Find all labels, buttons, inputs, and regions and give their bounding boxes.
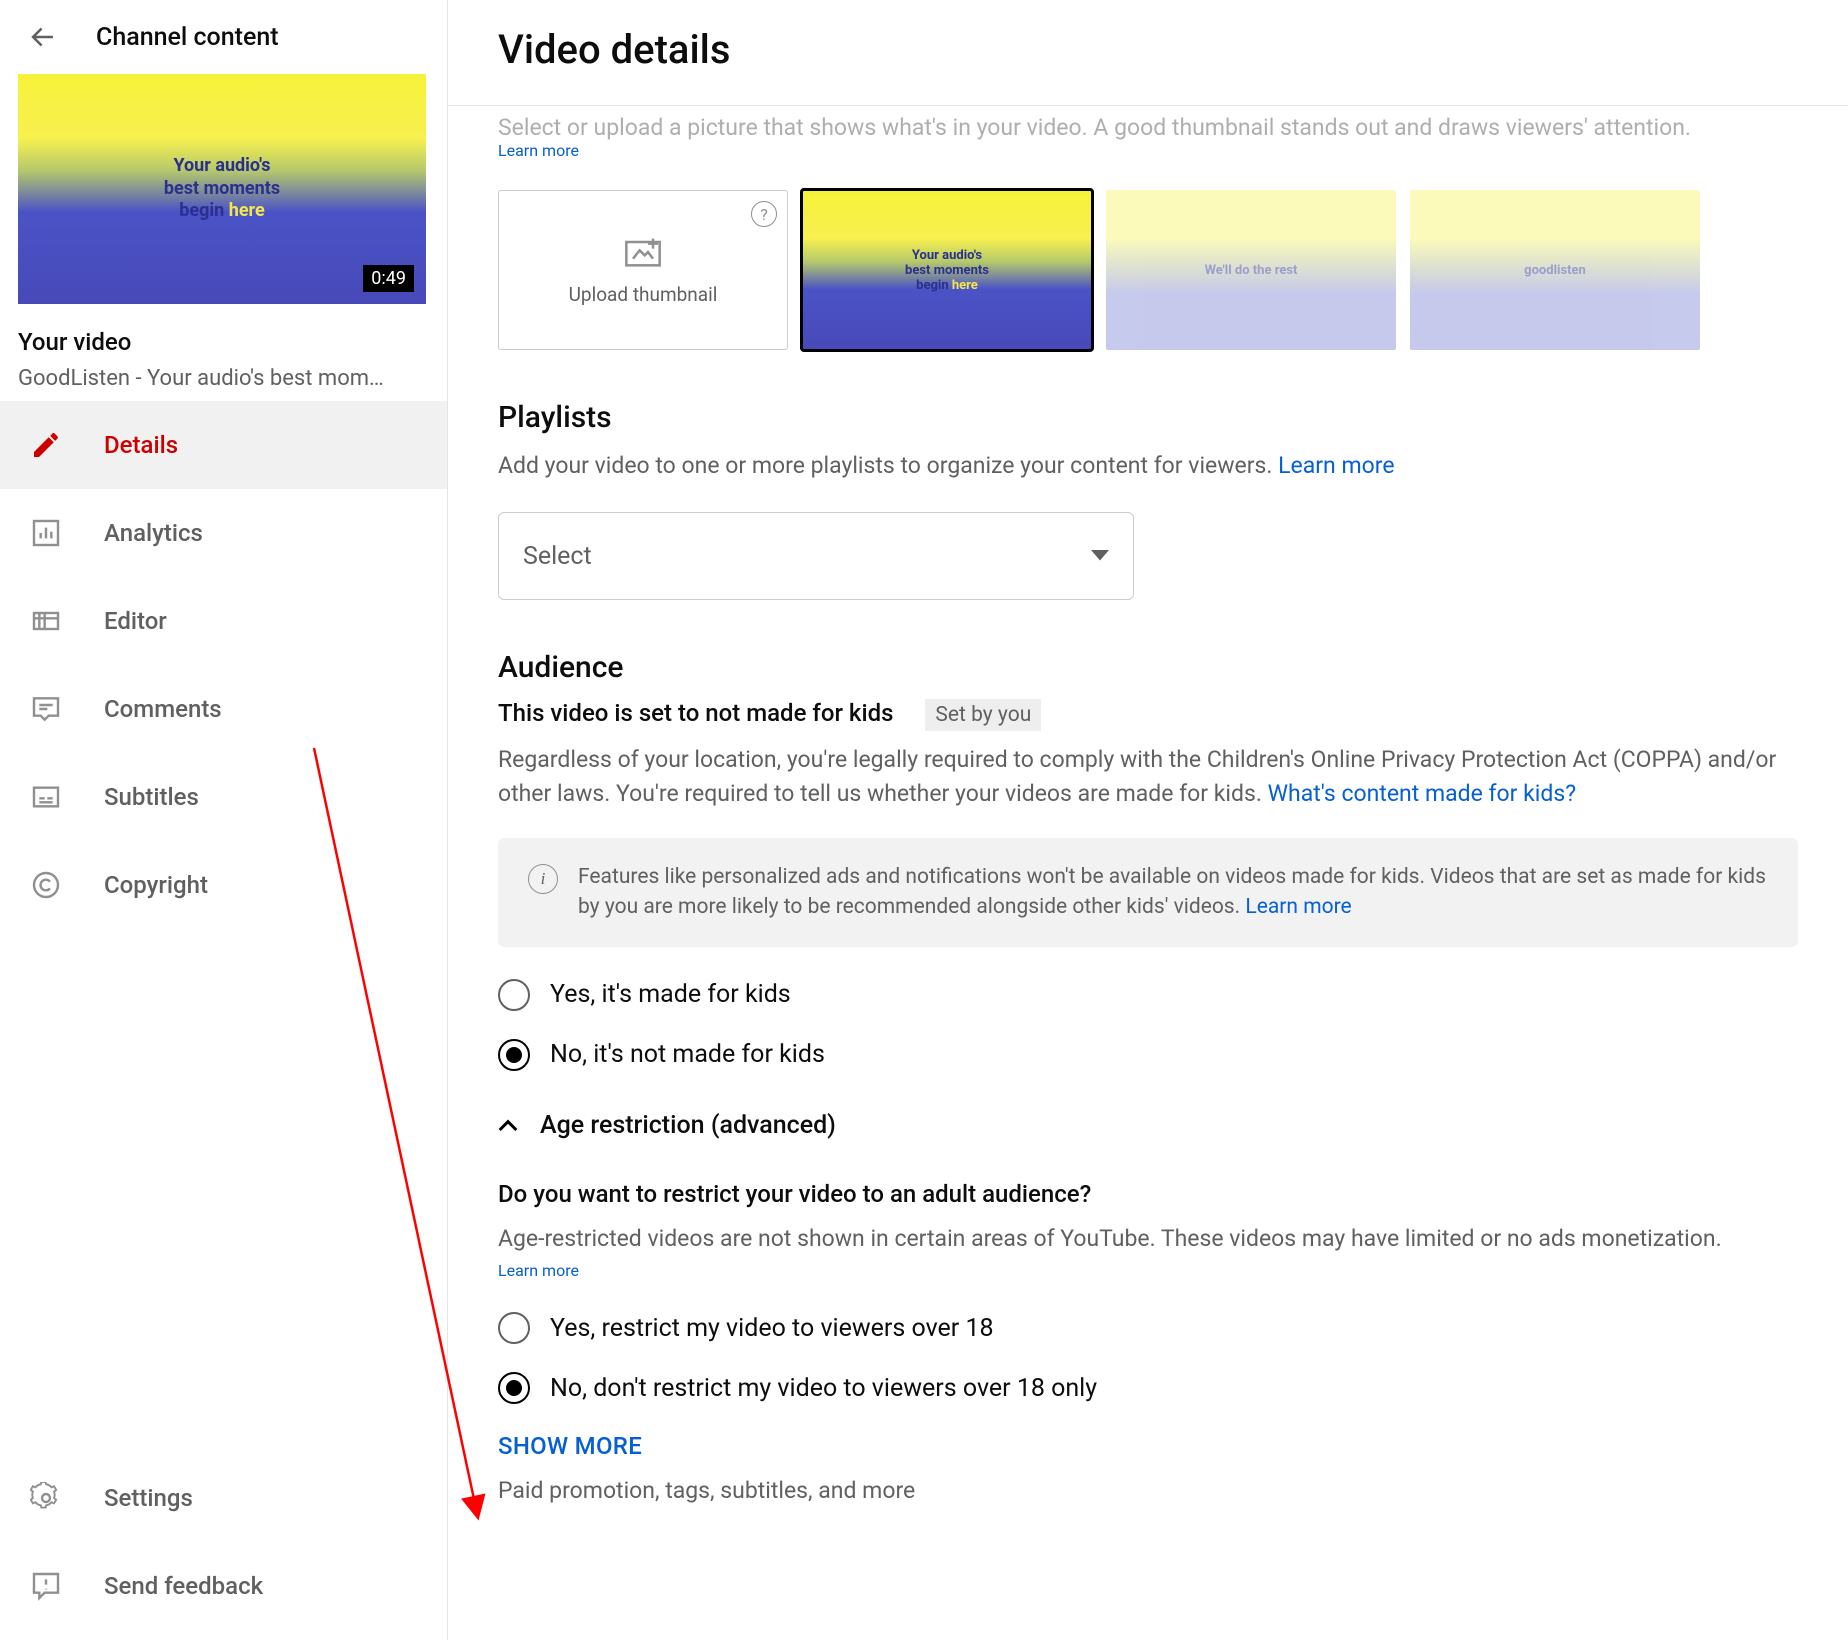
gear-icon [28, 1480, 64, 1516]
chevron-up-icon [498, 1118, 518, 1132]
radio-no-restrict[interactable]: No, don't restrict my video to viewers o… [498, 1372, 1798, 1404]
show-more-button[interactable]: SHOW MORE [498, 1432, 1798, 1460]
sidebar-header: Channel content [0, 0, 447, 74]
upload-image-icon [623, 235, 663, 269]
sidebar: Channel content Your audio's best moment… [0, 0, 448, 1640]
kids-content-link[interactable]: What's content made for kids? [1268, 780, 1576, 807]
pencil-icon [28, 427, 64, 463]
thumb1-caption: Your audio's best moments begin here [905, 248, 989, 293]
thumbnail-row: ? Upload thumbnail Your audio's best mom… [498, 190, 1798, 350]
preview-caption-line2: best moments [164, 178, 280, 201]
preview-caption-line1: Your audio's [164, 155, 280, 178]
playlists-desc: Add your video to one or more playlists … [498, 449, 1798, 482]
age-restriction-label: Age restriction (advanced) [540, 1111, 836, 1140]
radio-icon-checked [498, 1039, 530, 1071]
info-icon: i [528, 864, 558, 894]
audience-info-box: i Features like personalized ads and not… [498, 838, 1798, 947]
audience-info-learn-more-link[interactable]: Learn more [1245, 895, 1351, 919]
chevron-down-icon [1091, 550, 1109, 562]
preview-caption-line3: begin here [164, 200, 280, 223]
subtitles-icon [28, 779, 64, 815]
nav-copyright-label: Copyright [104, 871, 208, 899]
nav-editor-label: Editor [104, 607, 167, 635]
thumbnail-option-1[interactable]: Your audio's best moments begin here [802, 190, 1092, 350]
playlist-select-label: Select [523, 542, 592, 571]
upload-thumbnail-button[interactable]: ? Upload thumbnail [498, 190, 788, 350]
nav-feedback[interactable]: Send feedback [0, 1542, 447, 1630]
help-icon[interactable]: ? [751, 201, 777, 227]
radio-icon-checked [498, 1372, 530, 1404]
audience-title: Audience [498, 650, 1798, 685]
set-by-you-badge: Set by you [925, 699, 1041, 731]
thumb2-caption: We'll do the rest [1205, 263, 1298, 278]
thumbnail-desc-cutoff: Select or upload a picture that shows wh… [498, 114, 1798, 141]
age-learn-more-link[interactable]: Learn more [498, 1261, 579, 1280]
duration-badge: 0:49 [363, 265, 414, 292]
back-arrow-icon[interactable] [26, 20, 60, 54]
nav-subtitles[interactable]: Subtitles [0, 753, 447, 841]
thumbnail-option-3[interactable]: goodlisten [1410, 190, 1700, 350]
channel-content-title: Channel content [96, 23, 279, 52]
editor-icon [28, 603, 64, 639]
audience-status: This video is set to not made for kids [498, 699, 893, 727]
radio-no-kids-label: No, it's not made for kids [550, 1040, 825, 1069]
nav-subtitles-label: Subtitles [104, 783, 199, 811]
analytics-icon [28, 515, 64, 551]
nav-settings-label: Settings [104, 1484, 193, 1512]
show-more-subtext: Paid promotion, tags, subtitles, and mor… [498, 1474, 1798, 1507]
nav-copyright[interactable]: Copyright [0, 841, 447, 929]
video-preview[interactable]: Your audio's best moments begin here 0:4… [18, 74, 426, 304]
main-header: Video details [448, 0, 1848, 106]
playlist-select[interactable]: Select [498, 512, 1134, 600]
radio-yes-restrict[interactable]: Yes, restrict my video to viewers over 1… [498, 1312, 1798, 1344]
radio-yes-kids-label: Yes, it's made for kids [550, 980, 791, 1009]
audience-info-text: Features like personalized ads and notif… [578, 862, 1768, 923]
video-title-text: GoodListen - Your audio's best mom… [18, 366, 429, 391]
nav-analytics[interactable]: Analytics [0, 489, 447, 577]
nav-editor[interactable]: Editor [0, 577, 447, 665]
main-content: Select or upload a picture that shows wh… [448, 114, 1848, 1558]
your-video-heading: Your video [18, 328, 429, 356]
radio-icon [498, 1312, 530, 1344]
age-question: Do you want to restrict your video to an… [498, 1180, 1798, 1208]
upload-thumbnail-label: Upload thumbnail [569, 283, 718, 306]
feedback-icon [28, 1568, 64, 1604]
age-restriction-expander[interactable]: Age restriction (advanced) [498, 1111, 1798, 1140]
thumbnail-learn-more-link[interactable]: Learn more [498, 141, 579, 160]
nav: Details Analytics Editor Comments Subtit… [0, 401, 447, 1454]
nav-feedback-label: Send feedback [104, 1572, 263, 1600]
page-title: Video details [498, 26, 1798, 73]
radio-icon [498, 979, 530, 1011]
radio-yes-kids[interactable]: Yes, it's made for kids [498, 979, 1798, 1011]
copyright-icon [28, 867, 64, 903]
main: Video details Select or upload a picture… [448, 0, 1848, 1640]
nav-details[interactable]: Details [0, 401, 447, 489]
audience-status-row: This video is set to not made for kids S… [498, 699, 1798, 727]
radio-yes-restrict-label: Yes, restrict my video to viewers over 1… [550, 1314, 994, 1343]
radio-no-kids[interactable]: No, it's not made for kids [498, 1039, 1798, 1071]
nav-analytics-label: Analytics [104, 519, 203, 547]
preview-caption: Your audio's best moments begin here [164, 155, 280, 223]
playlists-title: Playlists [498, 400, 1798, 435]
audience-desc: Regardless of your location, you're lega… [498, 743, 1798, 810]
age-desc: Age-restricted videos are not shown in c… [498, 1222, 1798, 1255]
nav-details-label: Details [104, 431, 178, 459]
playlists-learn-more-link[interactable]: Learn more [1278, 452, 1394, 479]
thumbnail-option-2[interactable]: We'll do the rest [1106, 190, 1396, 350]
comments-icon [28, 691, 64, 727]
nav-comments-label: Comments [104, 695, 222, 723]
nav-settings[interactable]: Settings [0, 1454, 447, 1542]
radio-no-restrict-label: No, don't restrict my video to viewers o… [550, 1374, 1097, 1403]
your-video-section: Your video GoodListen - Your audio's bes… [0, 304, 447, 401]
thumb3-caption: goodlisten [1524, 263, 1586, 278]
bottom-nav: Settings Send feedback [0, 1454, 447, 1640]
nav-comments[interactable]: Comments [0, 665, 447, 753]
